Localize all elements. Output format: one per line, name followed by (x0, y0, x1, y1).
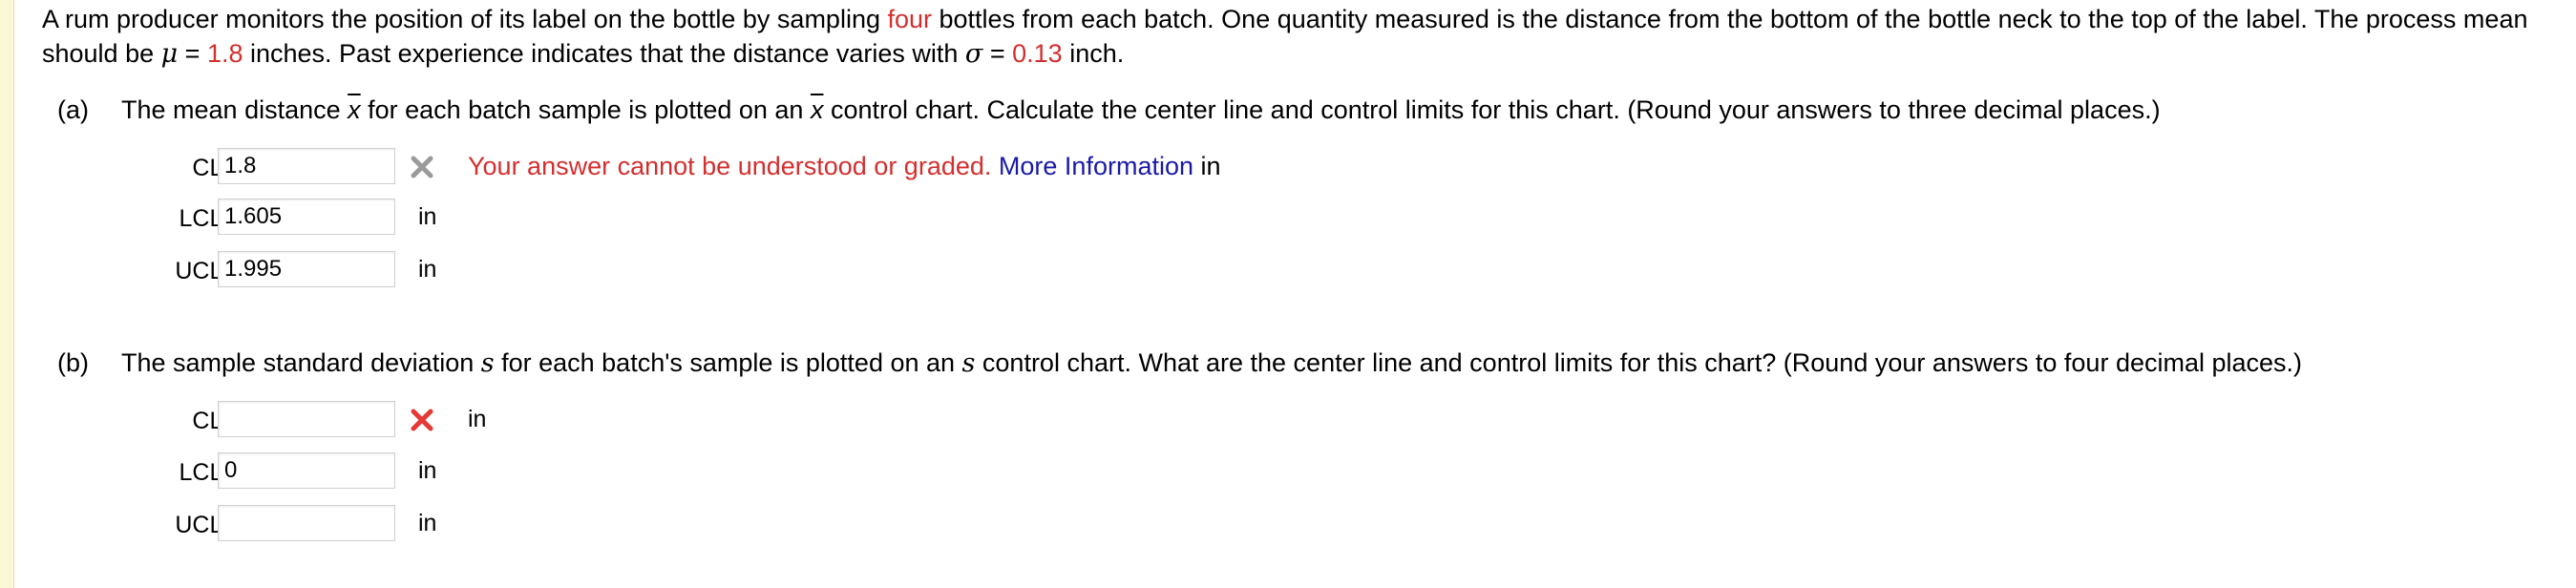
equals-sign: = (178, 39, 207, 68)
intro-text-4: inch. (1062, 39, 1125, 68)
part-a-text-1: The mean distance (121, 95, 348, 124)
sigma-value: 0.13 (1012, 39, 1063, 68)
more-information-link[interactable]: More Information (999, 152, 1193, 180)
mu-symbol: μ (160, 39, 179, 69)
problem-statement: A rum producer monitors the position of … (42, 2, 2563, 72)
part-b-text-1: The sample standard deviation (121, 348, 481, 377)
feedback-message: Your answer cannot be understood or grad… (468, 150, 1221, 182)
incorrect-gray-x-icon (411, 156, 433, 178)
part-a-lcl-input[interactable] (218, 199, 395, 235)
sigma-symbol: σ (964, 39, 983, 69)
sample-size-value: four (887, 5, 933, 33)
part-b-ucl-input[interactable] (218, 505, 395, 541)
part-b-label: (b) (57, 348, 89, 377)
part-a-text-3: control chart. Calculate the center line… (823, 95, 2161, 124)
s-symbol: s (480, 348, 495, 378)
part-a-question: (a) The mean distance x for each batch sa… (57, 93, 2161, 127)
intro-text-3: inches. Past experience indicates that t… (243, 39, 965, 68)
left-margin-bar (0, 0, 14, 588)
incorrect-red-x-icon (411, 409, 433, 431)
unit-label: in (468, 406, 487, 432)
unit-label: in (1200, 152, 1221, 180)
s-symbol: s (961, 348, 976, 378)
unit-label: in (418, 457, 437, 484)
intro-text-1: A rum producer monitors the position of … (42, 5, 888, 33)
unit-label: in (418, 510, 437, 536)
part-b-text-3: control chart. What are the center line … (975, 348, 2303, 377)
part-b-cl-input[interactable] (218, 401, 395, 437)
unit-label: in (418, 203, 437, 230)
xbar-symbol: x (348, 95, 361, 124)
part-a-cl-input[interactable] (218, 148, 395, 184)
equals-sign: = (982, 39, 1013, 68)
mu-value: 1.8 (206, 39, 243, 68)
xbar-symbol: x (810, 95, 824, 124)
unit-label: in (418, 256, 437, 283)
part-a-label: (a) (57, 95, 89, 124)
feedback-text: Your answer cannot be understood or grad… (468, 152, 992, 180)
part-a-text-2: for each batch sample is plotted on an (360, 95, 811, 124)
part-b-question: (b) The sample standard deviation s for e… (57, 346, 2302, 381)
part-a-ucl-input[interactable] (218, 251, 395, 287)
part-b-text-2: for each batch's sample is plotted on an (494, 348, 962, 377)
part-b-lcl-input[interactable] (218, 452, 395, 489)
